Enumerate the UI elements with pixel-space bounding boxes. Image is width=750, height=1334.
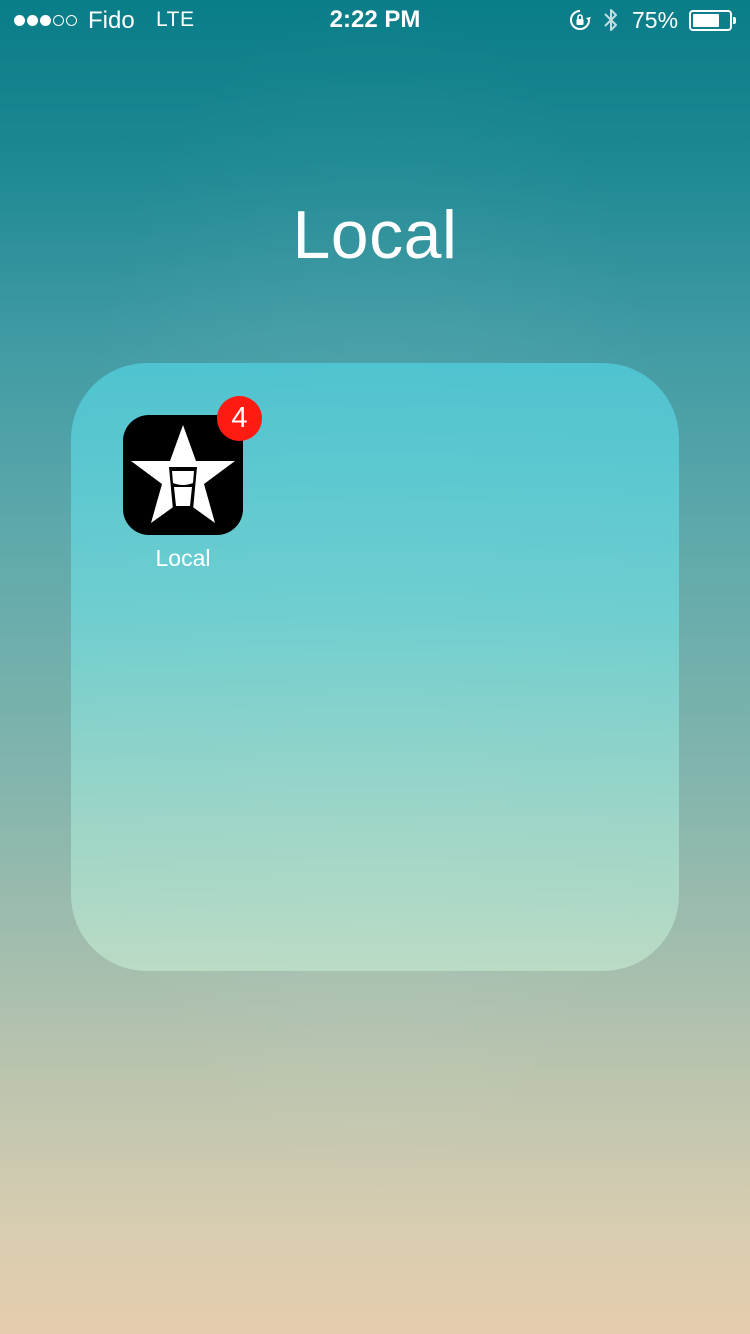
battery-percent: 75% <box>632 7 679 33</box>
bluetooth-icon <box>602 7 620 33</box>
status-bar: Fido LTE 2:22 PM 75% <box>0 0 750 40</box>
battery-icon <box>689 10 736 31</box>
folder-title[interactable]: Local <box>0 196 750 274</box>
battery-fill <box>693 14 720 27</box>
app-label: Local <box>155 545 211 571</box>
notification-badge: 4 <box>217 396 262 441</box>
rotation-lock-icon <box>569 9 591 31</box>
battery-nub <box>733 17 736 24</box>
